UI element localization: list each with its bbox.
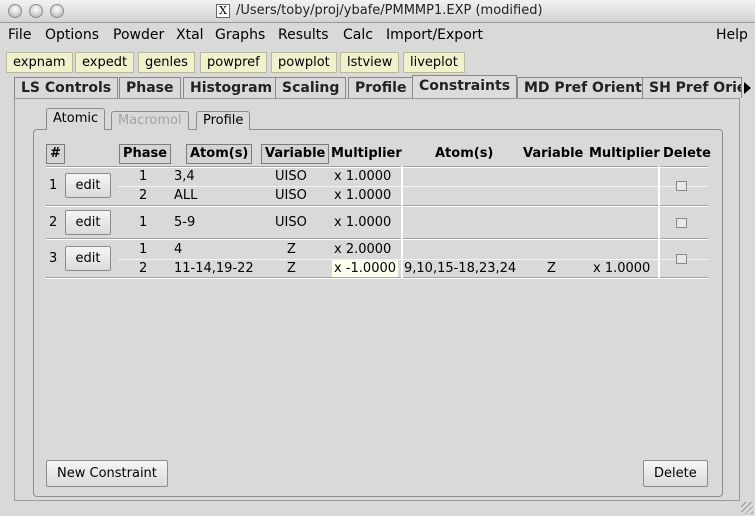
tab-ls-controls[interactable]: LS Controls	[14, 77, 119, 98]
header-multiplier-2: Multiplier	[589, 146, 660, 161]
genles-button[interactable]: genles	[138, 52, 195, 73]
constraint-number: 1	[49, 178, 58, 193]
atoms-cell-2[interactable]: 9,10,15-18,23,24	[404, 261, 516, 276]
lstview-button[interactable]: lstview	[340, 52, 400, 73]
header-atoms[interactable]: Atom(s)	[186, 144, 253, 164]
delete-checkbox[interactable]	[676, 254, 687, 264]
tab-phase[interactable]: Phase	[119, 77, 181, 98]
expedt-button[interactable]: expedt	[75, 52, 135, 73]
variable-cell[interactable]: Z	[287, 261, 296, 276]
header-phase[interactable]: Phase	[119, 144, 172, 164]
header-variable-2: Variable	[523, 146, 584, 161]
subrow-divider	[118, 186, 708, 187]
subtab-macromol: Macromol	[111, 111, 189, 130]
variable-cell[interactable]: UISO	[275, 169, 307, 184]
multiplier-cell[interactable]: x 1.0000	[334, 215, 391, 230]
title-bar: X /Users/toby/proj/ybafe/PMMMP1.EXP (mod…	[0, 0, 755, 23]
menu-file[interactable]: File	[8, 27, 31, 43]
subrow-divider	[118, 259, 708, 260]
atoms-cell[interactable]: 4	[174, 242, 182, 257]
phase-cell: 1	[139, 169, 148, 184]
menu-import-export[interactable]: Import/Export	[386, 27, 483, 43]
powplot-button[interactable]: powplot	[271, 52, 337, 73]
multiplier-cell[interactable]: x 1.0000	[334, 169, 391, 184]
menu-calc[interactable]: Calc	[343, 27, 373, 43]
multiplier-cell-2[interactable]: x 1.0000	[593, 261, 650, 276]
variable-cell[interactable]: UISO	[275, 188, 307, 203]
subtab-profile[interactable]: Profile	[196, 111, 251, 130]
expnam-button[interactable]: expnam	[6, 52, 73, 73]
constraints-frame	[33, 129, 723, 497]
tab-sh-pref-orient[interactable]: SH Pref Orien	[642, 77, 742, 98]
minimize-window-button[interactable]	[29, 4, 43, 18]
row-separator	[46, 238, 708, 240]
variable-cell[interactable]: Z	[287, 242, 296, 257]
header-delete: Delete	[663, 146, 711, 161]
header-variable[interactable]: Variable	[261, 144, 330, 164]
menu-powder[interactable]: Powder	[113, 27, 164, 43]
delete-button[interactable]: Delete	[643, 460, 708, 487]
delete-checkbox[interactable]	[676, 181, 687, 191]
constraint-number: 3	[49, 251, 58, 266]
menu-options[interactable]: Options	[45, 27, 99, 43]
edit-button[interactable]: edit	[65, 173, 111, 198]
multiplier-cell[interactable]: x -1.0000	[332, 260, 399, 277]
zoom-window-button[interactable]	[50, 4, 64, 18]
tab-histogram[interactable]: Histogram	[183, 77, 280, 98]
constraint-number: 2	[49, 215, 58, 230]
tab-md-pref-orient[interactable]: MD Pref Orient	[517, 77, 649, 98]
window-title: /Users/toby/proj/ybafe/PMMMP1.EXP (modif…	[236, 3, 543, 18]
row-separator	[46, 277, 708, 279]
menu-results[interactable]: Results	[278, 27, 329, 43]
tab-scroll-right-icon[interactable]	[744, 82, 751, 94]
menu-xtal[interactable]: Xtal	[176, 27, 204, 43]
edit-button[interactable]: edit	[65, 210, 111, 235]
menu-graphs[interactable]: Graphs	[215, 27, 265, 43]
liveplot-button[interactable]: liveplot	[403, 52, 465, 73]
main-tabs: LS Controls Phase Histogram Scaling Prof…	[0, 75, 755, 99]
toolbar: expnam expedt genles powpref powplot lst…	[0, 49, 755, 76]
delete-checkbox[interactable]	[676, 218, 687, 228]
variable-cell[interactable]: UISO	[275, 215, 307, 230]
column-divider	[658, 166, 660, 278]
subtab-atomic[interactable]: Atomic	[46, 108, 106, 130]
phase-cell: 2	[139, 188, 148, 203]
row-separator	[46, 166, 708, 168]
atoms-cell[interactable]: ALL	[174, 188, 197, 203]
atoms-cell[interactable]: 3,4	[174, 169, 195, 184]
menu-help[interactable]: Help	[716, 27, 748, 43]
tab-constraints[interactable]: Constraints	[412, 75, 518, 99]
close-window-button[interactable]	[8, 4, 22, 18]
atoms-cell[interactable]: 11-14,19-22	[174, 261, 254, 276]
atoms-cell[interactable]: 5-9	[174, 215, 195, 230]
multiplier-cell[interactable]: x 2.0000	[334, 242, 391, 257]
edit-button[interactable]: edit	[65, 246, 111, 271]
row-separator	[46, 205, 708, 207]
tab-scaling[interactable]: Scaling	[275, 77, 347, 98]
variable-cell-2[interactable]: Z	[547, 261, 556, 276]
header-number[interactable]: #	[46, 144, 65, 164]
x11-icon: X	[216, 4, 230, 18]
resize-grip-icon[interactable]	[741, 502, 753, 514]
phase-cell: 1	[139, 242, 148, 257]
phase-cell: 2	[139, 261, 148, 276]
column-divider	[401, 166, 403, 278]
header-atoms-2: Atom(s)	[435, 146, 494, 161]
tab-profile[interactable]: Profile	[348, 77, 414, 98]
powpref-button[interactable]: powpref	[200, 52, 267, 73]
new-constraint-button[interactable]: New Constraint	[46, 460, 168, 487]
menu-bar: File Options Powder Xtal Graphs Results …	[0, 23, 755, 48]
header-multiplier: Multiplier	[331, 146, 402, 161]
multiplier-cell[interactable]: x 1.0000	[334, 188, 391, 203]
phase-cell: 1	[139, 215, 148, 230]
